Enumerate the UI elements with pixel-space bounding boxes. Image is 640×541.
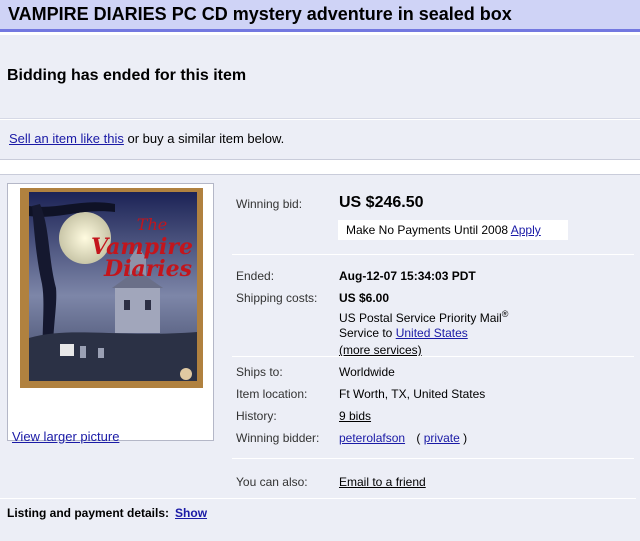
item-title: VAMPIRE DIARIES PC CD mystery adventure …: [8, 4, 512, 24]
history-label: History:: [236, 409, 277, 423]
email-to-friend-link[interactable]: Email to a friend: [339, 475, 426, 489]
item-picture-box: The Vampire Diaries View larger picture: [7, 183, 214, 444]
sell-similar-bar: Sell an item like this or buy a similar …: [0, 120, 640, 160]
ships-to-value: Worldwide: [339, 365, 395, 379]
promo-apply-link[interactable]: Apply: [511, 223, 541, 237]
view-larger-picture-link[interactable]: View larger picture: [12, 429, 119, 444]
item-photo[interactable]: The Vampire Diaries: [20, 188, 203, 388]
sell-item-like-this-link[interactable]: Sell an item like this: [9, 131, 124, 146]
item-location-label: Item location:: [236, 387, 308, 401]
listing-details-label: Listing and payment details:: [7, 506, 170, 520]
sell-similar-line: Sell an item like this or buy a similar …: [9, 131, 284, 146]
private-close: ): [459, 431, 468, 445]
shipping-costs-label: Shipping costs:: [236, 291, 318, 305]
svg-text:The: The: [137, 215, 167, 234]
ended-label: Ended:: [236, 269, 275, 283]
svg-text:Diaries: Diaries: [103, 256, 192, 282]
registered-mark: ®: [501, 309, 509, 319]
divider: [0, 498, 636, 499]
payment-promo: Make No Payments Until 2008 Apply: [338, 220, 568, 240]
divider: [232, 458, 634, 459]
winning-bidder-value: peterolafson ( private ): [339, 431, 467, 445]
item-title-bar: VAMPIRE DIARIES PC CD mystery adventure …: [0, 0, 640, 32]
service-to-united-states-link[interactable]: United States: [396, 326, 468, 340]
service-to-line: Service to United States: [339, 326, 468, 340]
bidding-ended-message: Bidding has ended for this item: [7, 67, 247, 84]
item-details-panel: The Vampire Diaries View larger picture …: [0, 174, 640, 541]
status-panel: Bidding has ended for this item: [0, 35, 640, 119]
divider: [232, 254, 634, 255]
private-link[interactable]: private: [424, 431, 460, 445]
ships-to-label: Ships to:: [236, 365, 283, 379]
divider: [232, 356, 634, 357]
sell-similar-text: or buy a similar item below.: [123, 131, 285, 146]
winning-bid-value: US $246.50: [339, 194, 424, 211]
shipping-service: US Postal Service Priority Mail®: [339, 309, 508, 325]
you-can-also-label: You can also:: [236, 475, 308, 489]
winning-bid-label: Winning bid:: [236, 197, 303, 211]
listing-details-line: Listing and payment details: Show: [7, 506, 207, 520]
promo-text: Make No Payments Until 2008: [346, 223, 511, 237]
shipping-costs-value: US $6.00: [339, 291, 390, 305]
bid-history-link[interactable]: 9 bids: [339, 409, 371, 423]
private-open: (: [416, 431, 424, 445]
item-location-value: Ft Worth, TX, United States: [339, 387, 486, 401]
winning-bidder-link[interactable]: peterolafson: [339, 431, 405, 445]
service-to-text: Service to: [339, 326, 396, 340]
ended-value: Aug-12-07 15:34:03 PDT: [339, 269, 476, 283]
more-services-link[interactable]: (more services): [339, 343, 422, 357]
winning-bidder-label: Winning bidder:: [236, 431, 320, 445]
show-listing-details-link[interactable]: Show: [175, 506, 207, 520]
shipping-service-name: US Postal Service Priority Mail: [339, 311, 502, 325]
